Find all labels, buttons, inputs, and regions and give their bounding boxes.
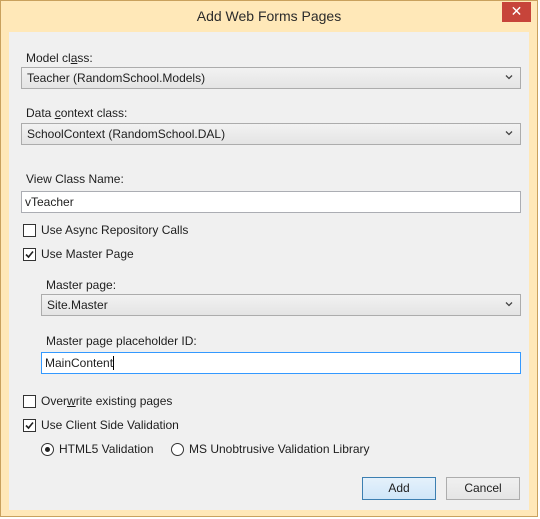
chevron-down-icon (505, 131, 513, 136)
master-page-dropdown[interactable]: Site.Master (41, 294, 521, 316)
add-button[interactable]: Add (362, 477, 436, 500)
async-repository-checkbox[interactable] (23, 224, 36, 237)
cancel-button[interactable]: Cancel (446, 477, 520, 500)
overwrite-checkbox[interactable] (23, 395, 36, 408)
async-repository-label[interactable]: Use Async Repository Calls (41, 223, 188, 237)
master-page-value: Site.Master (47, 298, 108, 312)
data-context-dropdown[interactable]: SchoolContext (RandomSchool.DAL) (21, 123, 521, 145)
master-page-label: Master page: (46, 278, 117, 292)
use-master-page-checkbox[interactable] (23, 248, 36, 261)
title-bar[interactable]: Add Web Forms Pages ✕ (1, 1, 537, 32)
chevron-down-icon (505, 75, 513, 80)
data-context-value: SchoolContext (RandomSchool.DAL) (27, 127, 226, 141)
ms-unobtrusive-label[interactable]: MS Unobtrusive Validation Library (189, 442, 370, 456)
view-class-input[interactable]: vTeacher (21, 191, 521, 213)
model-class-label: Model class: (26, 51, 93, 65)
close-button[interactable]: ✕ (502, 2, 531, 22)
overwrite-label[interactable]: Overwrite existing pages (41, 394, 172, 408)
dialog-window: Add Web Forms Pages ✕ Model class: Teach… (0, 0, 538, 517)
html5-validation-radio[interactable] (41, 443, 54, 456)
close-icon: ✕ (510, 3, 523, 19)
client-validation-label[interactable]: Use Client Side Validation (41, 418, 179, 432)
client-validation-checkbox[interactable] (23, 419, 36, 432)
use-master-page-label[interactable]: Use Master Page (41, 247, 134, 261)
placeholder-id-input[interactable]: MainContent (41, 352, 521, 374)
checkmark-icon (25, 250, 34, 259)
placeholder-id-label: Master page placeholder ID: (46, 334, 197, 348)
checkmark-icon (25, 421, 34, 430)
view-class-label: View Class Name: (26, 172, 124, 186)
ms-unobtrusive-radio[interactable] (171, 443, 184, 456)
radio-selected-dot (45, 447, 50, 452)
text-caret (113, 356, 115, 370)
dialog-title: Add Web Forms Pages (196, 8, 342, 24)
dialog-body: Model class: Teacher (RandomSchool.Model… (9, 32, 529, 510)
model-class-value: Teacher (RandomSchool.Models) (27, 71, 206, 85)
html5-validation-label[interactable]: HTML5 Validation (59, 442, 154, 456)
chevron-down-icon (505, 302, 513, 307)
data-context-label: Data context class: (26, 106, 128, 120)
model-class-dropdown[interactable]: Teacher (RandomSchool.Models) (21, 67, 521, 89)
